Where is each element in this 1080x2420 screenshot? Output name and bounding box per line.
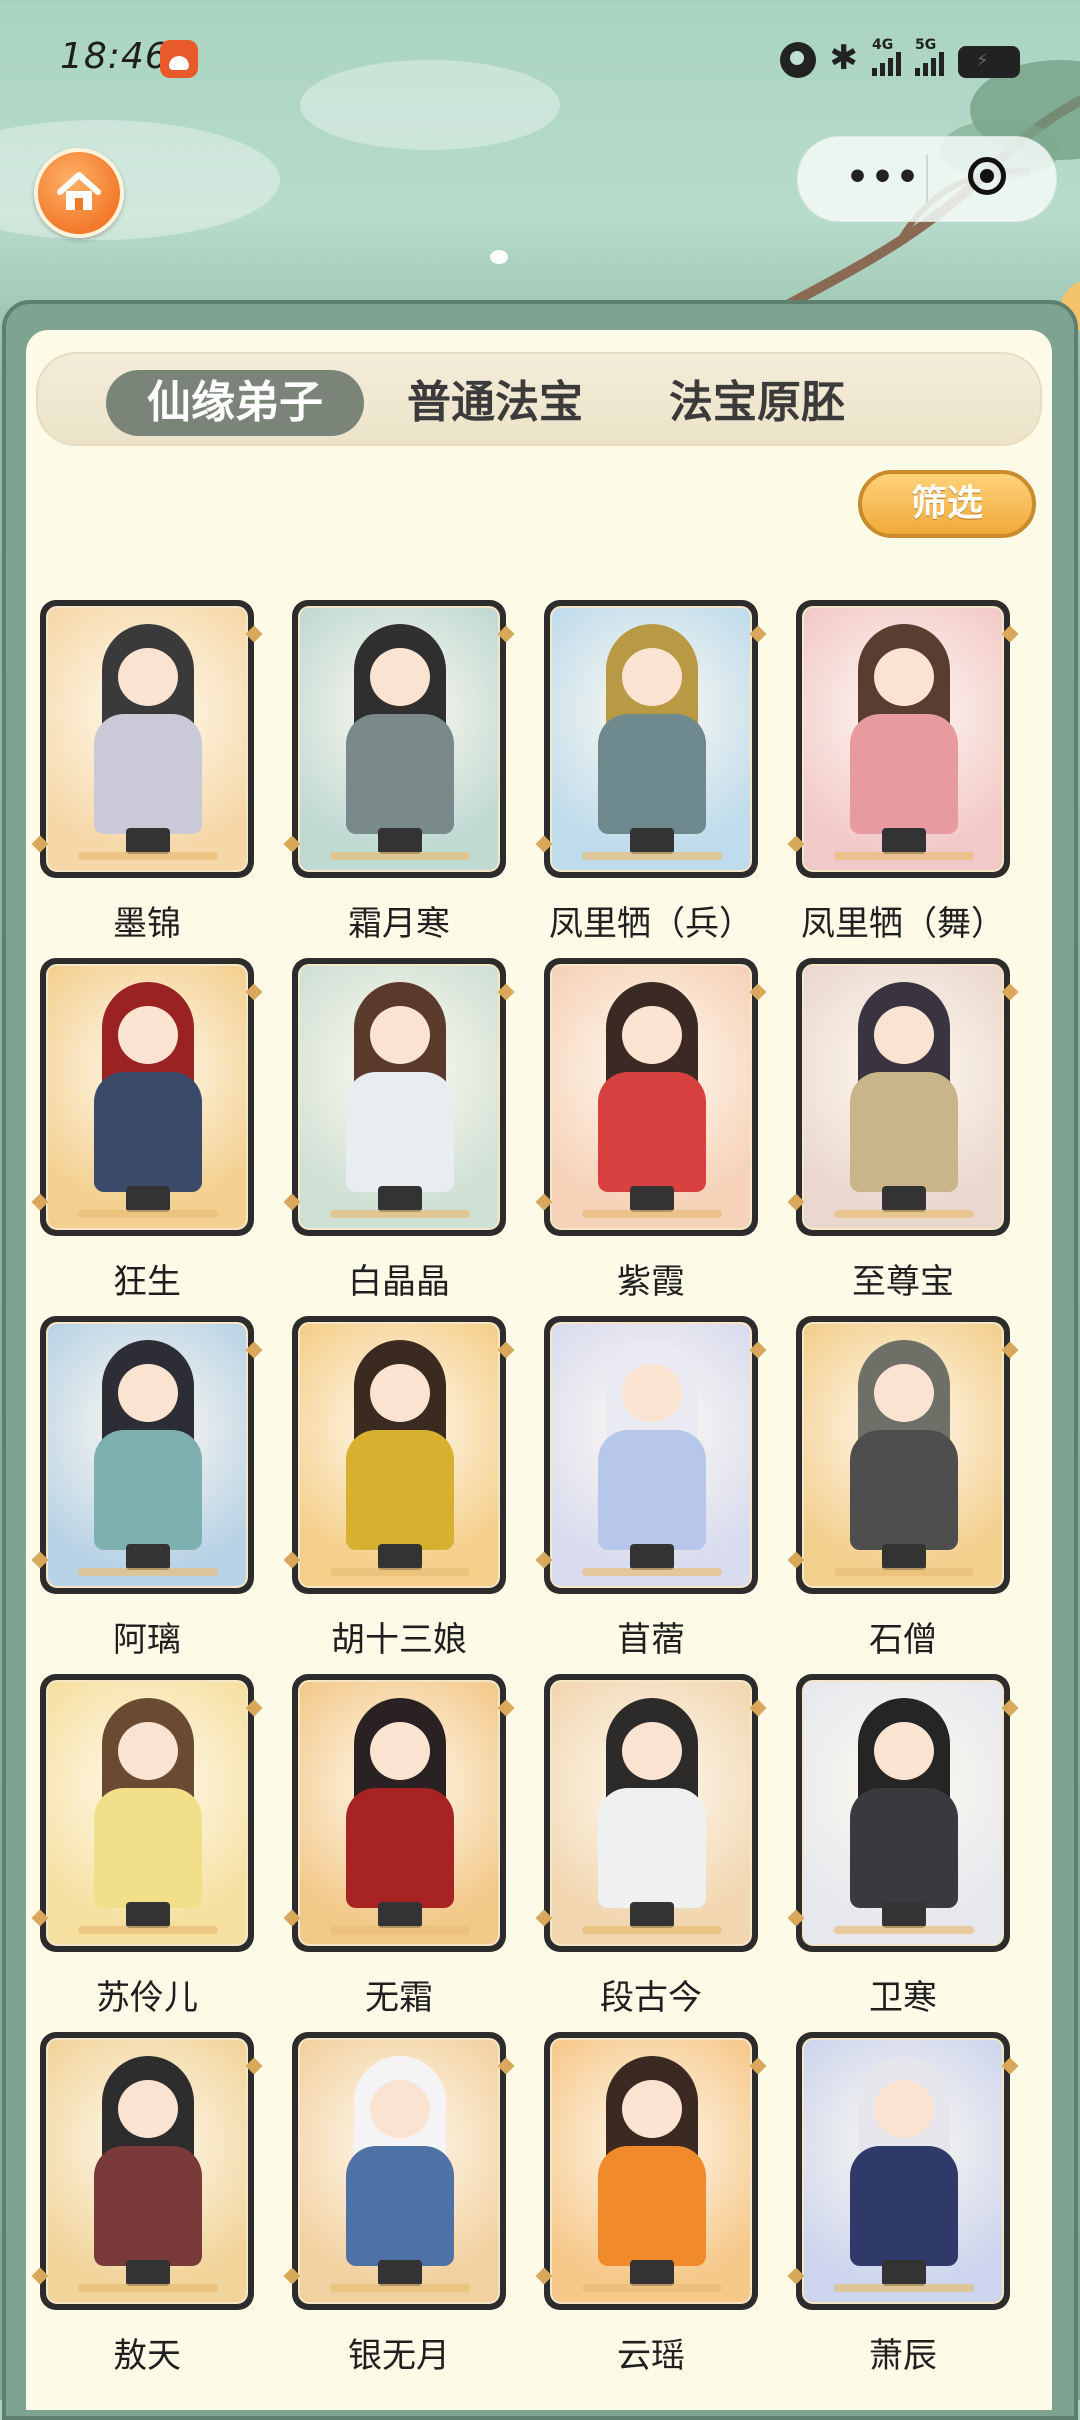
- character-name: 苜蓿: [617, 1620, 685, 1660]
- bluetooth-icon: ✱: [829, 38, 859, 78]
- heart-icon: [490, 250, 508, 264]
- character-portrait: [46, 964, 248, 1230]
- close-miniprogram-button[interactable]: [968, 157, 1006, 195]
- character-name: 云瑶: [617, 2336, 685, 2376]
- character-name: 银无月: [348, 2336, 450, 2376]
- status-bar: 18:46 ✱ 4G 5G ⚡: [0, 0, 1080, 120]
- character-card[interactable]: [31, 1674, 263, 1952]
- character-portrait: [298, 606, 500, 872]
- character-name: 苏伶儿: [96, 1978, 198, 2018]
- character-portrait: [802, 606, 1004, 872]
- character-portrait: [46, 2038, 248, 2304]
- character-card[interactable]: [31, 958, 263, 1236]
- alarm-icon: [779, 42, 816, 78]
- character-name: 石僧: [869, 1620, 937, 1660]
- character-card[interactable]: [787, 600, 1019, 878]
- tab-common-treasures[interactable]: 普通法宝: [390, 370, 600, 436]
- character-card[interactable]: [535, 1316, 767, 1594]
- character-card[interactable]: [535, 600, 767, 878]
- character-portrait: [802, 1680, 1004, 1946]
- character-card[interactable]: [283, 600, 515, 878]
- character-card[interactable]: [283, 2032, 515, 2310]
- character-portrait: [802, 964, 1004, 1230]
- signal-5g-icon: 5G: [915, 38, 944, 78]
- character-name: 段古今: [600, 1978, 702, 2018]
- character-portrait: [46, 1680, 248, 1946]
- character-card[interactable]: [283, 958, 515, 1236]
- filter-button[interactable]: 筛选: [858, 470, 1036, 538]
- character-card[interactable]: [787, 2032, 1019, 2310]
- character-card[interactable]: [283, 1316, 515, 1594]
- tab-treasure-embryos[interactable]: 法宝原胚: [652, 370, 862, 436]
- miniprogram-capsule: •••: [797, 136, 1057, 222]
- character-name: 狂生: [113, 1262, 181, 1302]
- character-card[interactable]: [283, 1674, 515, 1952]
- capsule-divider: [926, 155, 928, 203]
- character-portrait: [550, 964, 752, 1230]
- character-portrait: [298, 1322, 500, 1588]
- character-name: 白晶晶: [348, 1262, 450, 1302]
- character-name: 敖天: [113, 2336, 181, 2376]
- character-portrait: [298, 2038, 500, 2304]
- character-card[interactable]: [535, 2032, 767, 2310]
- character-portrait: [46, 1322, 248, 1588]
- character-portrait: [550, 2038, 752, 2304]
- character-name: 阿璃: [113, 1620, 181, 1660]
- tab-disciples[interactable]: 仙缘弟子: [106, 370, 364, 436]
- character-portrait: [550, 606, 752, 872]
- character-portrait: [550, 1322, 752, 1588]
- character-portrait: [298, 964, 500, 1230]
- character-name: 萧辰: [869, 2336, 937, 2376]
- battery-icon: ⚡: [958, 46, 1020, 78]
- signal-4g-icon: 4G: [872, 38, 901, 78]
- character-portrait: [802, 2038, 1004, 2304]
- character-card[interactable]: [535, 1674, 767, 1952]
- character-name: 凤里牺（舞）: [801, 904, 1005, 944]
- character-name: 凤里牺（兵）: [549, 904, 753, 944]
- character-portrait: [46, 606, 248, 872]
- status-time: 18:46: [60, 36, 169, 77]
- character-name: 胡十三娘: [331, 1620, 467, 1660]
- character-portrait: [298, 1680, 500, 1946]
- character-name: 无霜: [365, 1978, 433, 2018]
- character-name: 霜月寒: [348, 904, 450, 944]
- character-card[interactable]: [31, 1316, 263, 1594]
- character-card[interactable]: [787, 1674, 1019, 1952]
- home-icon: [57, 172, 101, 210]
- character-card[interactable]: [31, 600, 263, 878]
- more-menu-button[interactable]: •••: [846, 157, 921, 198]
- character-card[interactable]: [31, 2032, 263, 2310]
- character-name: 至尊宝: [852, 1262, 954, 1302]
- character-card[interactable]: [787, 958, 1019, 1236]
- character-name: 墨锦: [113, 904, 181, 944]
- character-portrait: [802, 1322, 1004, 1588]
- character-card[interactable]: [787, 1316, 1019, 1594]
- character-portrait: [550, 1680, 752, 1946]
- character-name: 紫霞: [617, 1262, 685, 1302]
- app-notification-icon: [160, 40, 198, 78]
- character-card[interactable]: [535, 958, 767, 1236]
- character-name: 卫寒: [869, 1978, 937, 2018]
- home-button[interactable]: [34, 148, 124, 238]
